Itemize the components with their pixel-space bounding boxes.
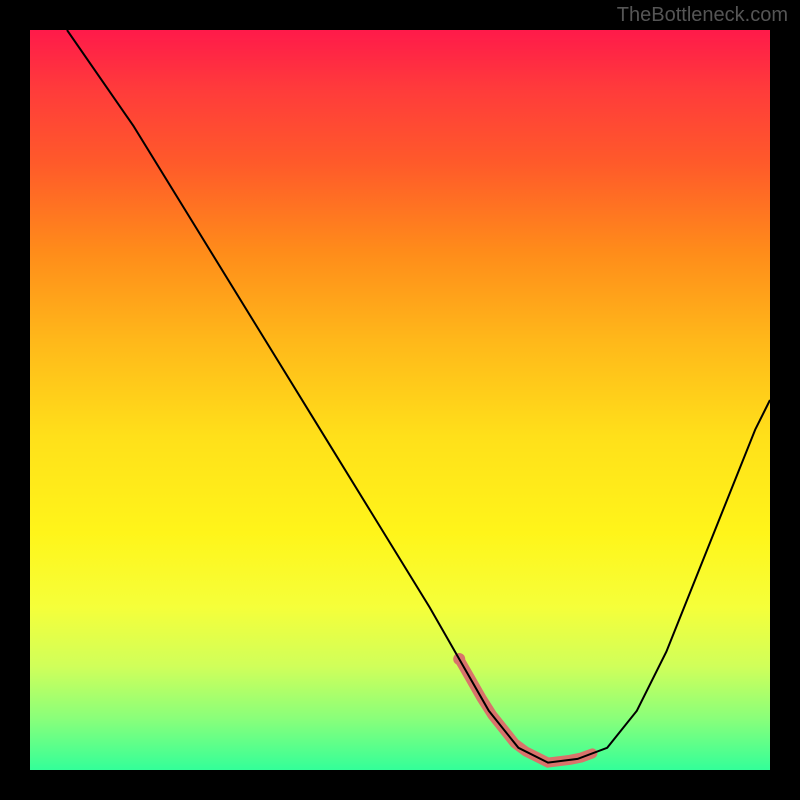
bottleneck-curve [67, 30, 770, 763]
chart-plot-area [30, 30, 770, 770]
highlight-segment [459, 659, 592, 763]
watermark-text: TheBottleneck.com [617, 4, 788, 27]
chart-svg [30, 30, 770, 770]
